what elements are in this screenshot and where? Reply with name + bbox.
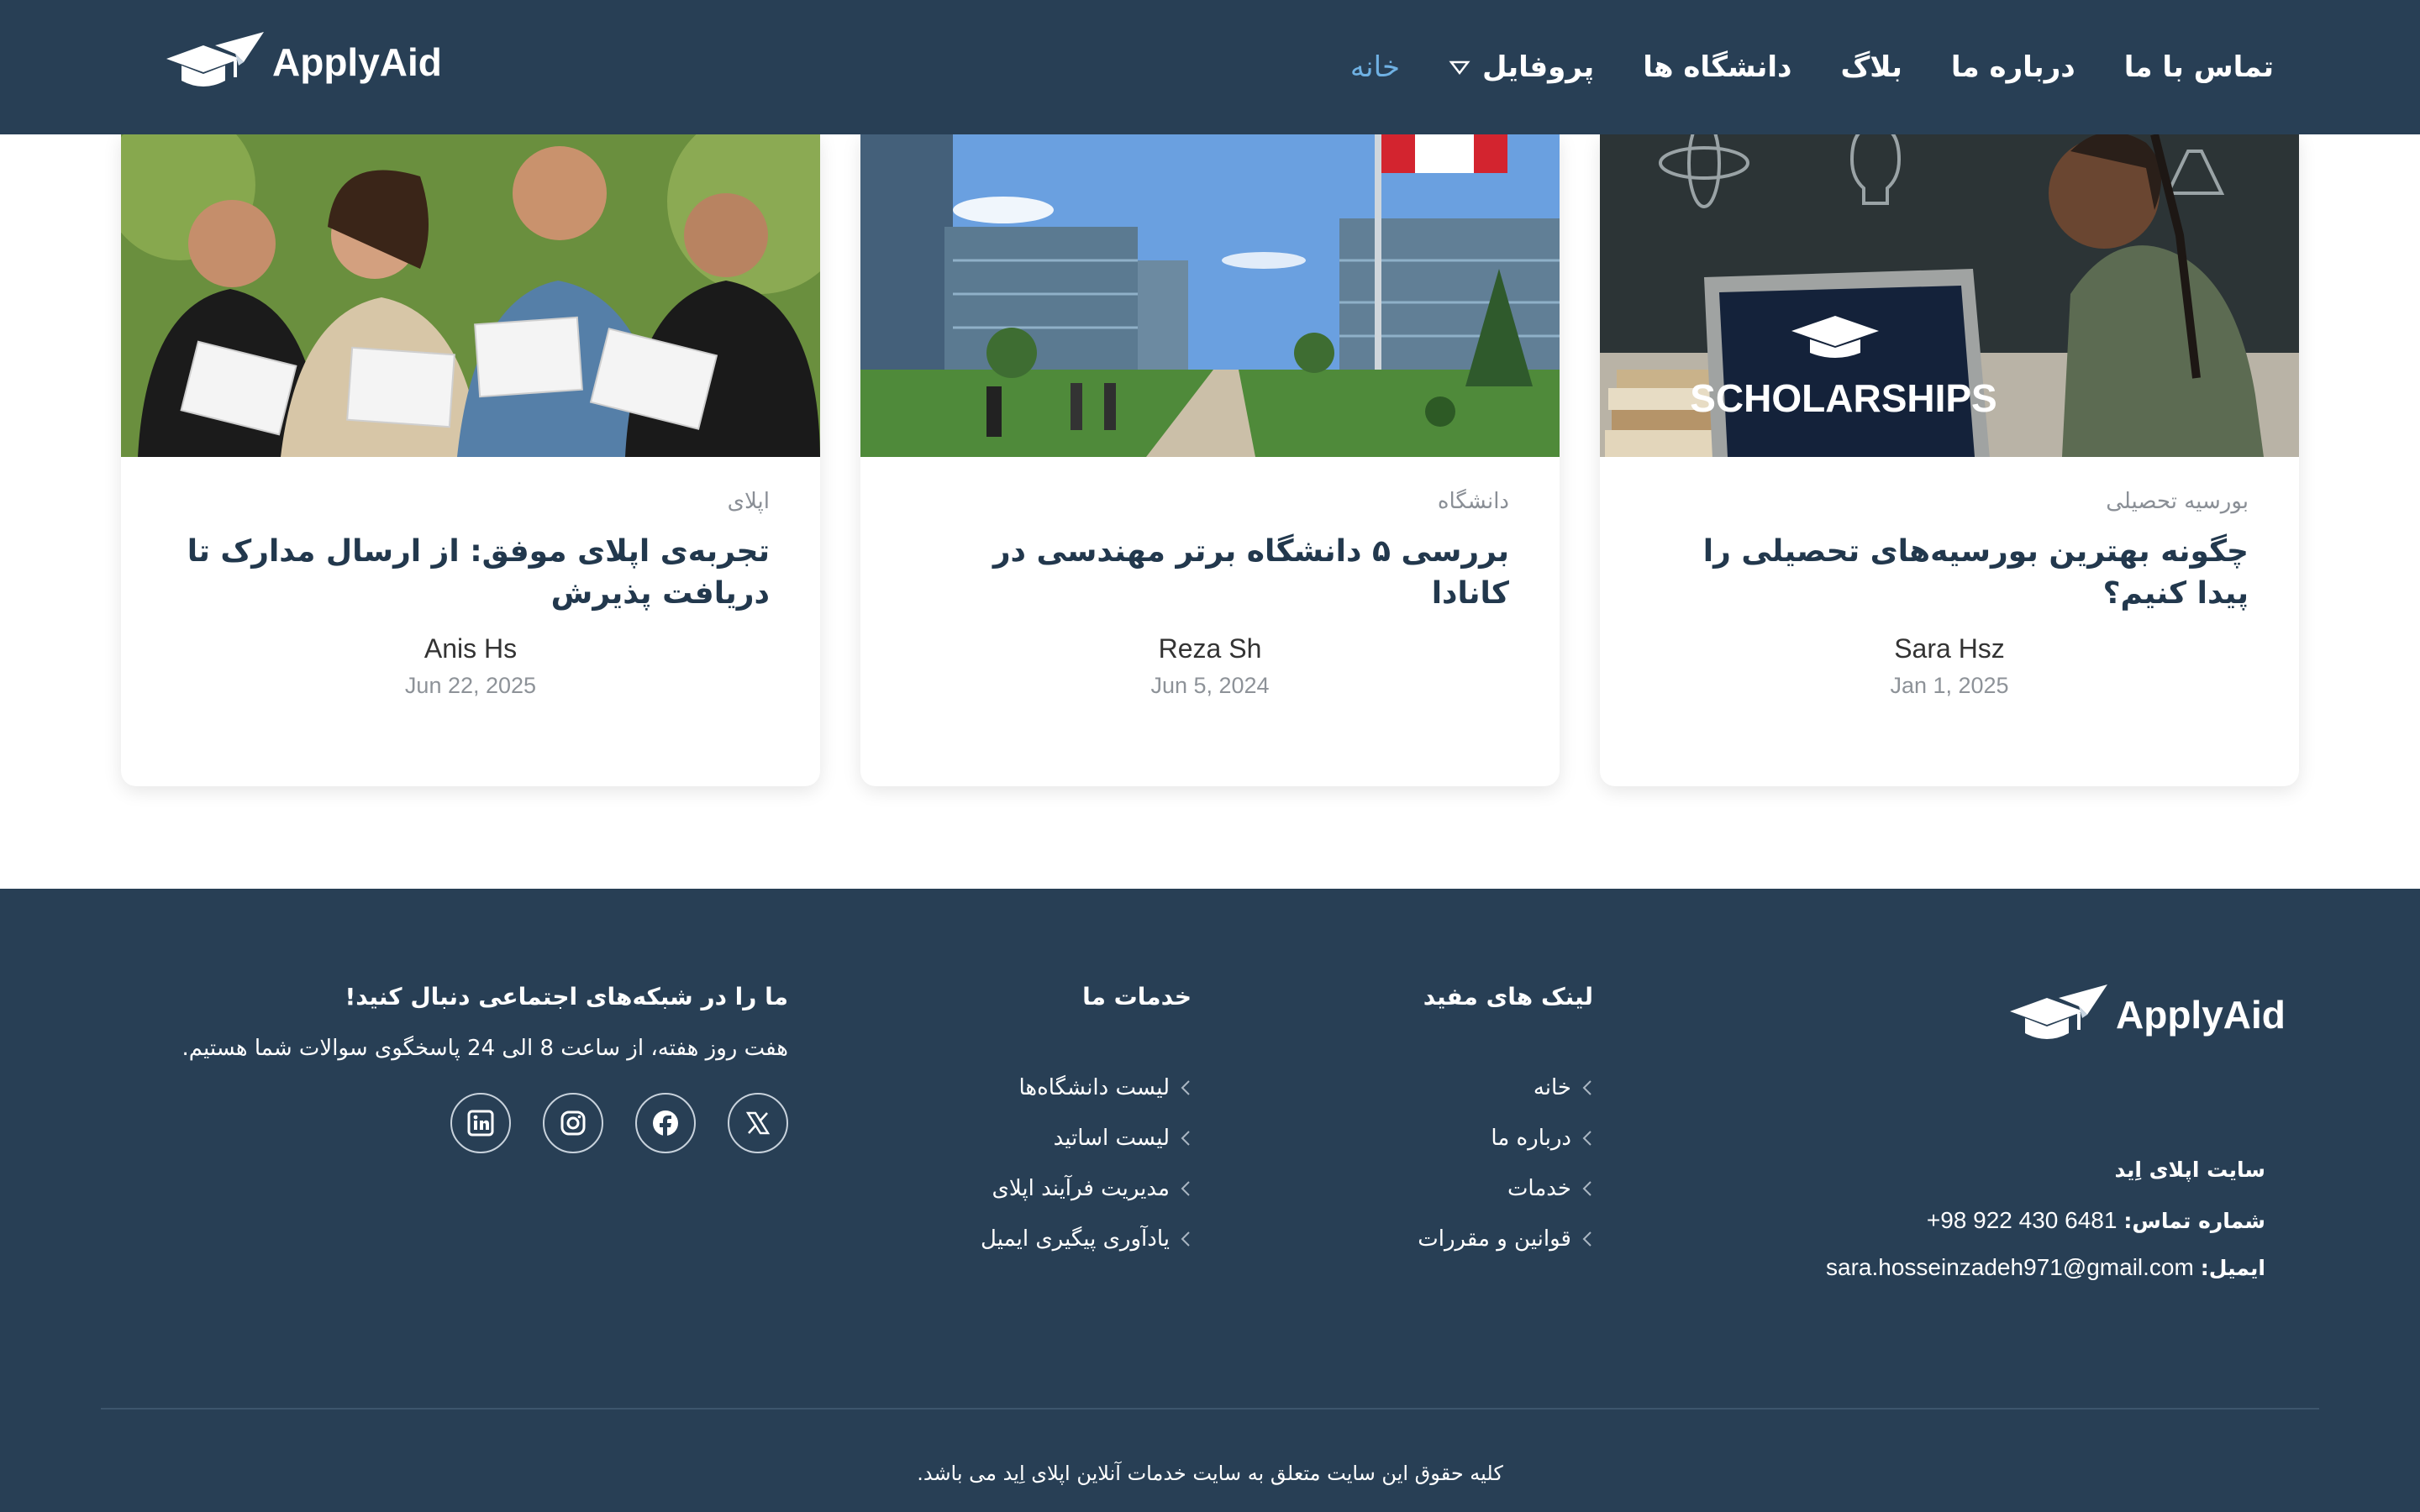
card-title[interactable]: تجربه‌ی اپلای موفق: از ارسال مدارک تا در…: [171, 531, 770, 615]
students-image: [121, 134, 820, 457]
nav-universities[interactable]: دانشگاه ها: [1643, 50, 1791, 84]
instagram-icon[interactable]: [543, 1093, 603, 1153]
card-author: Reza Sh: [1158, 633, 1262, 664]
card-date: Jan 1, 2025: [1890, 673, 2009, 698]
social-icons: [182, 1093, 788, 1153]
chevron-down-icon: [1449, 60, 1470, 76]
phone-number[interactable]: +98 922 430 6481: [1927, 1207, 2118, 1233]
brand-name: ApplyAid: [272, 40, 442, 84]
email-address[interactable]: sara.hosseinzadeh971@gmail.com: [1826, 1254, 2194, 1280]
scholarships-screen-text: SCHOLARSHIPS: [1690, 376, 1996, 420]
scholarship-image: SCHOLARSHIPS: [1600, 134, 2299, 457]
copyright-text: کلیه حقوق این سایت متعلق به سایت خدمات آ…: [917, 1462, 1503, 1485]
nav-contact[interactable]: تماس با ما: [2124, 50, 2274, 84]
card-category[interactable]: دانشگاه: [911, 489, 1509, 514]
card-date: Jun 5, 2024: [1150, 673, 1270, 698]
card-date: Jun 22, 2025: [404, 673, 537, 698]
nav-home[interactable]: خانه: [1350, 50, 1400, 84]
main-nav: خانه پروفایل دانشگاه ها بلاگ درباره ما ت…: [1350, 0, 2274, 134]
blog-card[interactable]: اپلای تجربه‌ی اپلای موفق: از ارسال مدارک…: [121, 134, 820, 786]
graduation-cap-plane-icon: [2010, 984, 2107, 1039]
card-title[interactable]: چگونه بهترین بورسیه‌های تحصیلی را پیدا ک…: [1650, 531, 2249, 615]
phone-label: شماره تماس:: [2123, 1209, 2265, 1233]
chevron-left-icon: [1582, 1181, 1591, 1196]
chevron-left-icon: [1181, 1231, 1190, 1247]
footer-link-email-reminder[interactable]: یادآوری پیگیری ایمیل: [981, 1202, 1192, 1276]
chevron-left-icon: [1582, 1231, 1591, 1247]
linkedin-icon[interactable]: [450, 1093, 511, 1153]
facebook-icon[interactable]: [635, 1093, 696, 1153]
brand-logo[interactable]: ApplyAid: [163, 29, 442, 96]
graduation-cap-plane-icon: [166, 32, 264, 87]
email-label: ایمیل:: [2200, 1256, 2265, 1280]
social-column: ما را در شبکه‌های اجتماعی دنبال کنید! هف…: [182, 983, 788, 1153]
support-hours-text: هفت روز هفته، از ساعت 8 الی 24 پاسخگوی س…: [182, 1036, 788, 1061]
chevron-left-icon: [1582, 1131, 1591, 1146]
card-category[interactable]: اپلای: [171, 489, 770, 514]
campus-image: [860, 134, 1560, 457]
services-title: خدمات ما: [1082, 983, 1192, 1011]
site-name: سایت اپلای اِید: [2114, 1158, 2265, 1182]
footer-divider: [101, 1408, 2319, 1410]
chevron-left-icon: [1181, 1131, 1190, 1146]
footer-link-terms[interactable]: قوانین و مقررات: [1418, 1202, 1593, 1276]
phone-row: شماره تماس: +98 922 430 6481: [1826, 1207, 2265, 1234]
blog-cards: SCHOLARSHIPS بورسیه تحصیلی چگونه بهترین …: [121, 134, 2299, 786]
nav-profile[interactable]: پروفایل: [1449, 50, 1594, 84]
chevron-left-icon: [1181, 1181, 1190, 1196]
footer-brand-name: ApplyAid: [2116, 993, 2286, 1037]
blog-card[interactable]: دانشگاه بررسی ۵ دانشگاه برتر مهندسی در ک…: [860, 134, 1560, 786]
x-icon[interactable]: [728, 1093, 788, 1153]
blog-card[interactable]: SCHOLARSHIPS بورسیه تحصیلی چگونه بهترین …: [1600, 134, 2299, 786]
card-author: Sara Hsz: [1894, 633, 2005, 664]
footer-brand-logo[interactable]: ApplyAid: [2007, 981, 2286, 1048]
chevron-left-icon: [1181, 1080, 1190, 1095]
nav-blog[interactable]: بلاگ: [1840, 50, 1902, 84]
useful-links-title: لینک های مفید: [1423, 983, 1593, 1011]
card-category[interactable]: بورسیه تحصیلی: [1650, 489, 2249, 514]
useful-links-column: لینک های مفید خانه درباره ما خدمات قوانی…: [1418, 983, 1593, 1276]
services-column: خدمات ما لیست دانشگاه‌ها لیست اساتید مدی…: [981, 983, 1192, 1276]
social-title: ما را در شبکه‌های اجتماعی دنبال کنید!: [345, 983, 788, 1011]
site-header: ApplyAid خانه پروفایل دانشگاه ها بلاگ در…: [0, 0, 2420, 134]
chevron-left-icon: [1582, 1080, 1591, 1095]
nav-about[interactable]: درباره ما: [1951, 50, 2075, 84]
email-row: ایمیل: sara.hosseinzadeh971@gmail.com: [1826, 1254, 2265, 1281]
card-title[interactable]: بررسی ۵ دانشگاه برتر مهندسی در کانادا: [911, 531, 1509, 615]
footer-contact: سایت اپلای اِید شماره تماس: +98 922 430 …: [1826, 1158, 2265, 1281]
card-author: Anis Hs: [424, 633, 518, 664]
